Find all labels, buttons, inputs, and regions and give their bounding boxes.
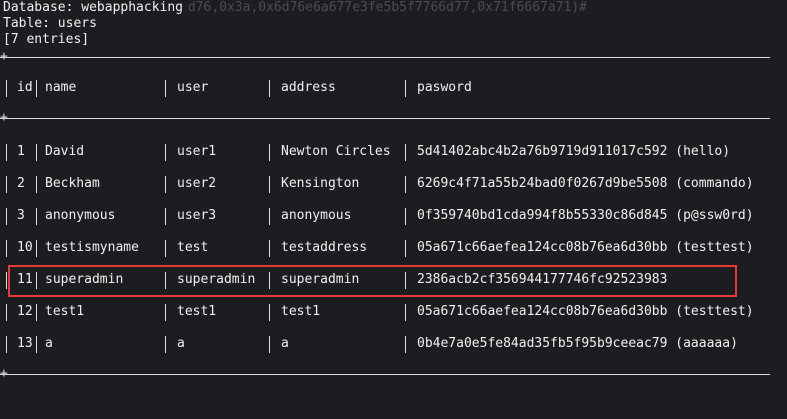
- column-separator: [165, 304, 166, 321]
- table-row[interactable]: 1 David user1 Newton Circles 5d41402abc4b2a7…: [0, 142, 775, 162]
- column-separator: [36, 240, 37, 257]
- column-separator: [6, 336, 7, 353]
- table-row[interactable]: 13 a a a 0b4e7a0e5fe84ad35fb5f95b9ceeac79 (a…: [0, 334, 775, 354]
- column-separator: [36, 304, 37, 321]
- cell-name: David: [45, 144, 85, 159]
- cell-password: 05a671c66aefea124cc08b76ea6d30bb (testte…: [417, 304, 754, 319]
- column-separator: [269, 208, 270, 225]
- column-header-name[interactable]: name: [45, 78, 76, 98]
- background-command-line: d76,0x3a,0x6d76e6a677e3fe5b5f7766d77,0x7…: [0, 0, 587, 15]
- cell-password: 6269c4f71a55b24bad0f0267d9be5508 (comman…: [417, 176, 754, 191]
- column-separator: [405, 176, 406, 193]
- cell-user: test1: [177, 304, 217, 319]
- column-separator: [405, 208, 406, 225]
- column-separator: [6, 176, 7, 193]
- cell-name: test1: [45, 304, 85, 319]
- column-separator: [269, 336, 270, 353]
- table-header-border: [0, 118, 770, 119]
- cell-user: test: [177, 240, 209, 255]
- column-separator: [165, 336, 166, 353]
- cell-name: testismyname: [45, 240, 139, 255]
- cell-id: 1: [17, 144, 25, 159]
- table-row[interactable]: 12 test1 test1 test1 05a671c66aefea124cc08b7…: [0, 302, 775, 322]
- table-row[interactable]: 10 testismyname test testaddress 05a671c66ae…: [0, 238, 775, 258]
- table-header-row: id name user address pasword: [0, 78, 775, 98]
- cell-address: test1: [281, 304, 321, 319]
- cell-user: user2: [177, 176, 217, 191]
- column-separator: [165, 240, 166, 257]
- cell-password: 0f359740bd1cda994f8b55330c86d845 (p@ssw0…: [417, 208, 754, 223]
- column-separator: [36, 144, 37, 161]
- cell-password: 5d41402abc4b2a76b9719d911017c592 (hello): [417, 144, 731, 159]
- column-header-address[interactable]: address: [281, 78, 336, 98]
- column-separator: [6, 80, 7, 97]
- cell-address: Kensington: [281, 176, 360, 191]
- column-separator: [269, 240, 270, 257]
- column-separator: [405, 80, 406, 97]
- column-separator: [36, 208, 37, 225]
- column-separator: [165, 80, 166, 97]
- column-separator: [6, 208, 7, 225]
- column-separator: [405, 240, 406, 257]
- cell-name: a: [45, 336, 53, 351]
- column-separator: [36, 80, 37, 97]
- cell-address: anonymous: [281, 208, 352, 223]
- table-line: Table: users: [3, 16, 97, 31]
- table-top-border: [0, 57, 770, 58]
- cell-id: 3: [17, 208, 25, 223]
- column-separator: [269, 304, 270, 321]
- column-separator: [165, 208, 166, 225]
- border-plus-left: +: [0, 366, 8, 381]
- entries-line: [7 entries]: [3, 32, 90, 47]
- highlighted-row-box: [8, 265, 737, 297]
- cell-name: anonymous: [45, 208, 116, 223]
- column-separator: [269, 176, 270, 193]
- cell-address: a: [281, 336, 289, 351]
- column-separator: [36, 336, 37, 353]
- cell-user: a: [177, 336, 185, 351]
- column-separator: [165, 176, 166, 193]
- column-separator: [405, 304, 406, 321]
- cell-password: 05a671c66aefea124cc08b76ea6d30bb (testte…: [417, 240, 754, 255]
- cell-id: 13: [17, 336, 33, 351]
- table-row[interactable]: 2 Beckham user2 Kensington 6269c4f71a55b24ba…: [0, 174, 775, 194]
- column-separator: [6, 304, 7, 321]
- column-separator: [269, 144, 270, 161]
- column-header-user[interactable]: user: [177, 78, 208, 98]
- column-separator: [165, 144, 166, 161]
- cell-user: user3: [177, 208, 217, 223]
- column-header-password[interactable]: pasword: [417, 78, 472, 98]
- table-bottom-border: [0, 374, 770, 375]
- table-row[interactable]: 3 anonymous user3 anonymous 0f359740bd1cda99…: [0, 206, 775, 226]
- cell-password: 0b4e7a0e5fe84ad35fb5f95b9ceeac79 (aaaaaa…: [417, 336, 738, 351]
- cell-id: 10: [17, 240, 33, 255]
- column-separator: [405, 336, 406, 353]
- column-separator: [6, 240, 7, 257]
- cell-id: 12: [17, 304, 33, 319]
- column-separator: [36, 176, 37, 193]
- cell-name: Beckham: [45, 176, 100, 191]
- column-separator: [269, 80, 270, 97]
- column-header-id[interactable]: id: [17, 78, 33, 98]
- column-separator: [6, 144, 7, 161]
- cell-address: testaddress: [281, 240, 368, 255]
- column-separator: [6, 272, 7, 289]
- border-plus-left: +: [0, 110, 8, 125]
- cell-address: Newton Circles: [281, 144, 391, 159]
- cell-user: user1: [177, 144, 217, 159]
- cell-id: 2: [17, 176, 25, 191]
- column-separator: [405, 144, 406, 161]
- border-plus-left: +: [0, 49, 8, 64]
